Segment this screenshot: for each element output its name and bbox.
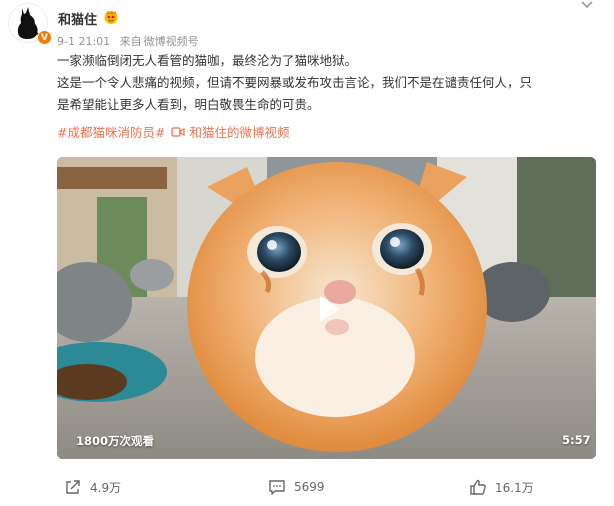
username-link[interactable]: 和猫住 — [58, 9, 97, 28]
like-count: 16.1万 — [495, 480, 534, 495]
share-button[interactable]: 4.9万 — [64, 478, 121, 496]
source-link[interactable]: 微博视频号 — [144, 35, 199, 48]
post-meta: 9-1 21:01 来自 微博视频号 — [57, 33, 205, 49]
weibo-post-card: V 和猫住 9-1 21:01 来自 微博视频号 一家濒临倒闭无人看管的猫咖，最终… — [0, 0, 614, 506]
hashtag-link[interactable]: #成都猫咪消防员# — [57, 122, 165, 141]
chevron-down-icon[interactable] — [580, 0, 594, 10]
like-button[interactable]: 16.1万 — [469, 478, 534, 496]
video-view-count: 1800万次观看 — [76, 434, 155, 448]
comment-button[interactable]: 5699 — [268, 478, 325, 496]
source-prefix: 来自 — [119, 35, 142, 48]
share-icon — [66, 480, 80, 494]
play-icon[interactable] — [310, 291, 346, 327]
post-text-line-2: 这是一个令人悲痛的视频，但请不要网暴或发布攻击言论，我们不是在谴责任何人，只 — [57, 75, 533, 90]
comment-count: 5699 — [294, 480, 325, 494]
comment-icon — [269, 480, 285, 495]
post-text-line-3: 是希望能让更多人看到，明白敬畏生命的可贵。 — [57, 97, 320, 112]
avatar[interactable]: V — [8, 3, 52, 45]
post-time[interactable]: 9-1 21:01 — [57, 35, 110, 48]
post-tags: #成都猫咪消防员# 和猫住的微博视频 — [57, 122, 289, 141]
video-link[interactable]: 和猫住的微博视频 — [189, 122, 289, 141]
share-count: 4.9万 — [90, 480, 122, 495]
thumbs-up-icon — [470, 479, 486, 495]
member-emoji-icon — [104, 11, 118, 24]
verified-badge-icon: V — [37, 30, 52, 45]
video-camera-icon — [171, 126, 186, 137]
video-duration: 5:57 — [562, 433, 591, 447]
post-text-line-1: 一家濒临倒闭无人看管的猫咖，最终沦为了猫咪地狱。 — [57, 53, 358, 68]
